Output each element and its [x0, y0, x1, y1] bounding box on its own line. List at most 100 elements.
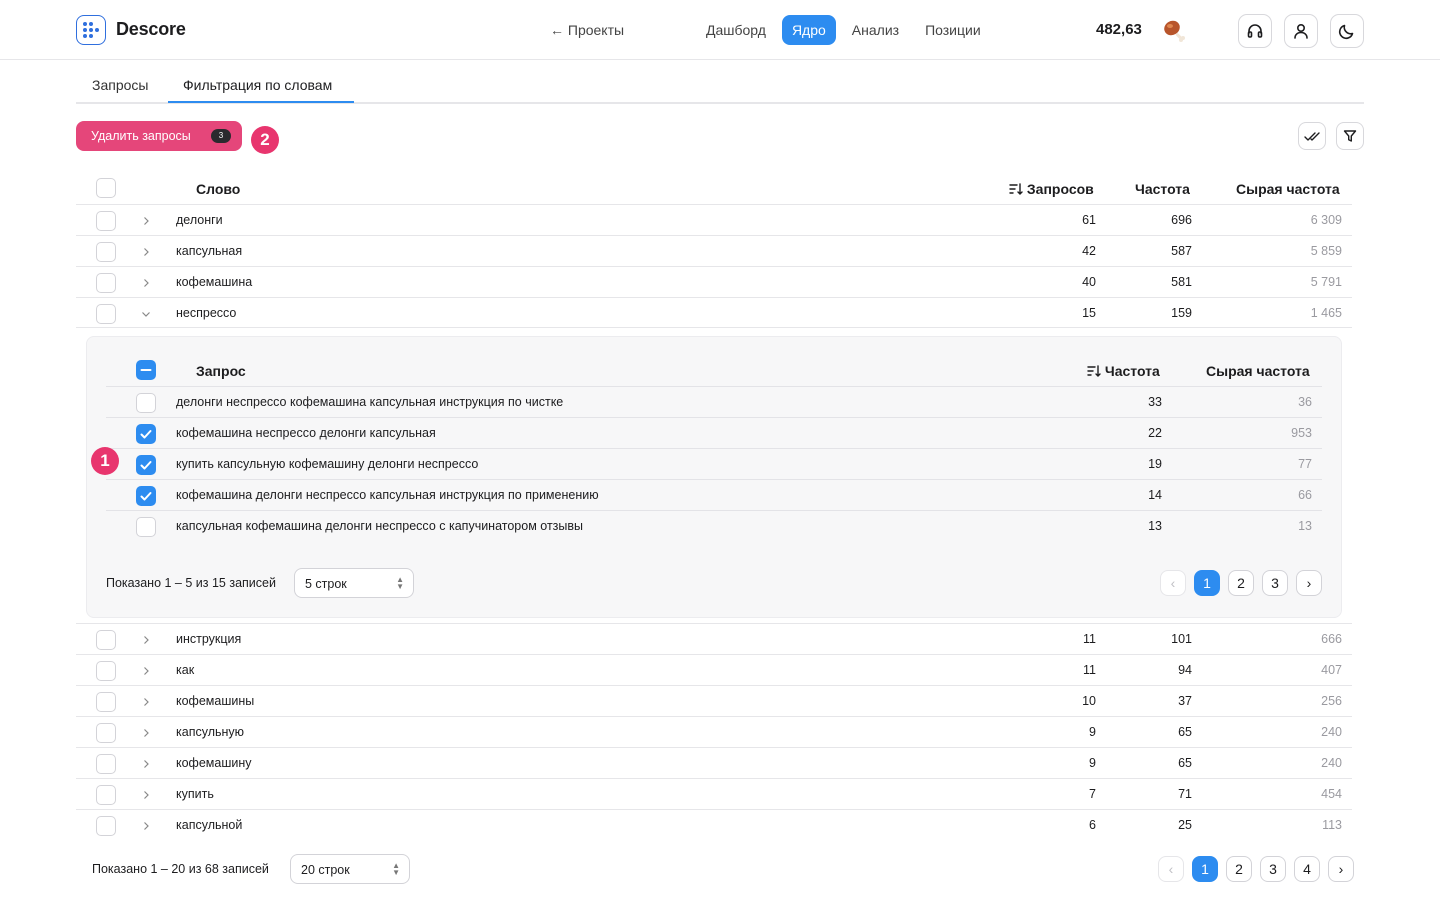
subtable-row[interactable]: капсульная кофемашина делонги неспрессо … [106, 510, 1322, 541]
row-checkbox[interactable] [96, 785, 116, 805]
queries-cell: 9 [1089, 756, 1096, 770]
subtable-select-all-checkbox[interactable] [136, 360, 156, 380]
raw-freq-cell: 407 [1321, 663, 1342, 677]
subtable-row[interactable]: кофемашина неспрессо делонги капсульная … [106, 417, 1322, 448]
word-cell: неспрессо [176, 306, 237, 320]
brand-name[interactable]: Descore [116, 19, 186, 40]
page-3[interactable]: 3 [1260, 856, 1286, 882]
column-header-raw[interactable]: Сырая частота [1236, 181, 1340, 197]
check-icon [140, 430, 152, 439]
row-checkbox[interactable] [96, 754, 116, 774]
table-row[interactable]: капсульную 9 65 240 [76, 716, 1352, 747]
support-button[interactable] [1238, 14, 1272, 48]
page-1[interactable]: 1 [1192, 856, 1218, 882]
select-all-checkbox[interactable] [96, 178, 116, 198]
nav-positions[interactable]: Позиции [915, 15, 991, 45]
chevron-right-icon[interactable] [141, 278, 151, 288]
row-checkbox[interactable] [96, 273, 116, 293]
row-checkbox[interactable] [96, 630, 116, 650]
page-4[interactable]: 4 [1294, 856, 1320, 882]
logo-icon[interactable] [76, 15, 106, 45]
delete-queries-button[interactable]: Удалить запросы 3 [76, 121, 242, 151]
select-all-button[interactable] [1298, 122, 1326, 150]
query-cell: кофемашина неспрессо делонги капсульная [176, 426, 436, 440]
subtable-row[interactable]: кофемашина делонги неспрессо капсульная … [106, 479, 1322, 510]
chevron-right-icon[interactable] [141, 728, 151, 738]
table-row-expanded[interactable]: неспрессо 15 159 1 465 [76, 297, 1352, 328]
chevron-right-icon[interactable] [141, 635, 151, 645]
row-checkbox[interactable] [96, 304, 116, 324]
raw-freq-cell: 77 [1298, 457, 1312, 471]
moon-icon [1338, 24, 1354, 40]
back-to-projects-link[interactable]: ← Проекты [550, 22, 624, 38]
annotation-marker-1: 1 [91, 447, 119, 475]
chevron-right-icon[interactable] [141, 697, 151, 707]
column-header-freq[interactable]: Частота [1135, 181, 1190, 197]
subtable-prev-page-button[interactable]: ‹ [1160, 570, 1186, 596]
row-checkbox[interactable] [136, 517, 156, 537]
table-row[interactable]: делонги 61 696 6 309 [76, 204, 1352, 235]
table-row[interactable]: капсульной 6 25 113 [76, 809, 1352, 840]
tab-word-filter[interactable]: Фильтрация по словам [183, 77, 332, 93]
main-nav: Дашборд Ядро Анализ Позиции [696, 15, 991, 45]
subtable-rows-per-page-select[interactable]: 5 строк ▲ ▼ [294, 568, 414, 598]
row-checkbox-checked[interactable] [136, 486, 156, 506]
raw-freq-cell: 454 [1321, 787, 1342, 801]
chevron-right-icon[interactable] [141, 759, 151, 769]
subtable-header-query[interactable]: Запрос [196, 363, 246, 379]
subtable-page-2[interactable]: 2 [1228, 570, 1254, 596]
freq-cell: 13 [1148, 519, 1162, 533]
chevron-right-icon[interactable] [141, 247, 151, 257]
page-2[interactable]: 2 [1226, 856, 1252, 882]
subtable-next-page-button[interactable]: › [1296, 570, 1322, 596]
nav-dashboard[interactable]: Дашборд [696, 15, 776, 45]
row-checkbox[interactable] [136, 393, 156, 413]
nav-core[interactable]: Ядро [781, 15, 836, 45]
filter-button[interactable] [1336, 122, 1364, 150]
raw-freq-cell: 5 791 [1310, 275, 1342, 289]
freq-cell: 25 [1178, 818, 1192, 832]
chevron-right-icon[interactable] [141, 821, 151, 831]
table-row[interactable]: кофемашину 9 65 240 [76, 747, 1352, 778]
word-cell: купить [176, 787, 214, 801]
profile-button[interactable] [1284, 14, 1318, 48]
row-checkbox[interactable] [96, 723, 116, 743]
freq-cell: 65 [1178, 756, 1192, 770]
chevron-down-icon[interactable] [141, 309, 151, 319]
tab-queries[interactable]: Запросы [92, 77, 148, 93]
row-checkbox[interactable] [96, 211, 116, 231]
nav-analysis[interactable]: Анализ [842, 15, 909, 45]
subtable-header-freq[interactable]: Частота [1087, 363, 1160, 379]
table-row[interactable]: кофемашина 40 581 5 791 [76, 266, 1352, 297]
table-row[interactable]: капсульная 42 587 5 859 [76, 235, 1352, 266]
queries-cell: 9 [1089, 725, 1096, 739]
chevron-right-icon[interactable] [141, 666, 151, 676]
chevron-right-icon[interactable] [141, 216, 151, 226]
queries-cell: 15 [1082, 306, 1096, 320]
subtable-page-3[interactable]: 3 [1262, 570, 1288, 596]
prev-page-button[interactable]: ‹ [1158, 856, 1184, 882]
subtable-page-1[interactable]: 1 [1194, 570, 1220, 596]
raw-freq-cell: 6 309 [1310, 213, 1342, 227]
row-checkbox[interactable] [96, 242, 116, 262]
subtable-row[interactable]: делонги неспрессо кофемашина капсульная … [106, 386, 1322, 417]
column-header-queries[interactable]: Запросов [1009, 181, 1094, 197]
theme-toggle-button[interactable] [1330, 14, 1364, 48]
row-checkbox-checked[interactable] [136, 455, 156, 475]
row-checkbox[interactable] [96, 692, 116, 712]
row-checkbox-checked[interactable] [136, 424, 156, 444]
freq-cell: 581 [1171, 275, 1192, 289]
table-row[interactable]: инструкция 11 101 666 [76, 623, 1352, 654]
table-row[interactable]: купить 7 71 454 [76, 778, 1352, 809]
table-row[interactable]: кофемашины 10 37 256 [76, 685, 1352, 716]
freq-cell: 94 [1178, 663, 1192, 677]
subtable-row[interactable]: купить капсульную кофемашину делонги нес… [106, 448, 1322, 479]
column-header-word[interactable]: Слово [196, 181, 240, 197]
row-checkbox[interactable] [96, 661, 116, 681]
subtable-header-raw[interactable]: Сырая частота [1206, 363, 1310, 379]
rows-per-page-select[interactable]: 20 строк ▲ ▼ [290, 854, 410, 884]
table-row[interactable]: как 11 94 407 [76, 654, 1352, 685]
next-page-button[interactable]: › [1328, 856, 1354, 882]
chevron-right-icon[interactable] [141, 790, 151, 800]
row-checkbox[interactable] [96, 816, 116, 836]
